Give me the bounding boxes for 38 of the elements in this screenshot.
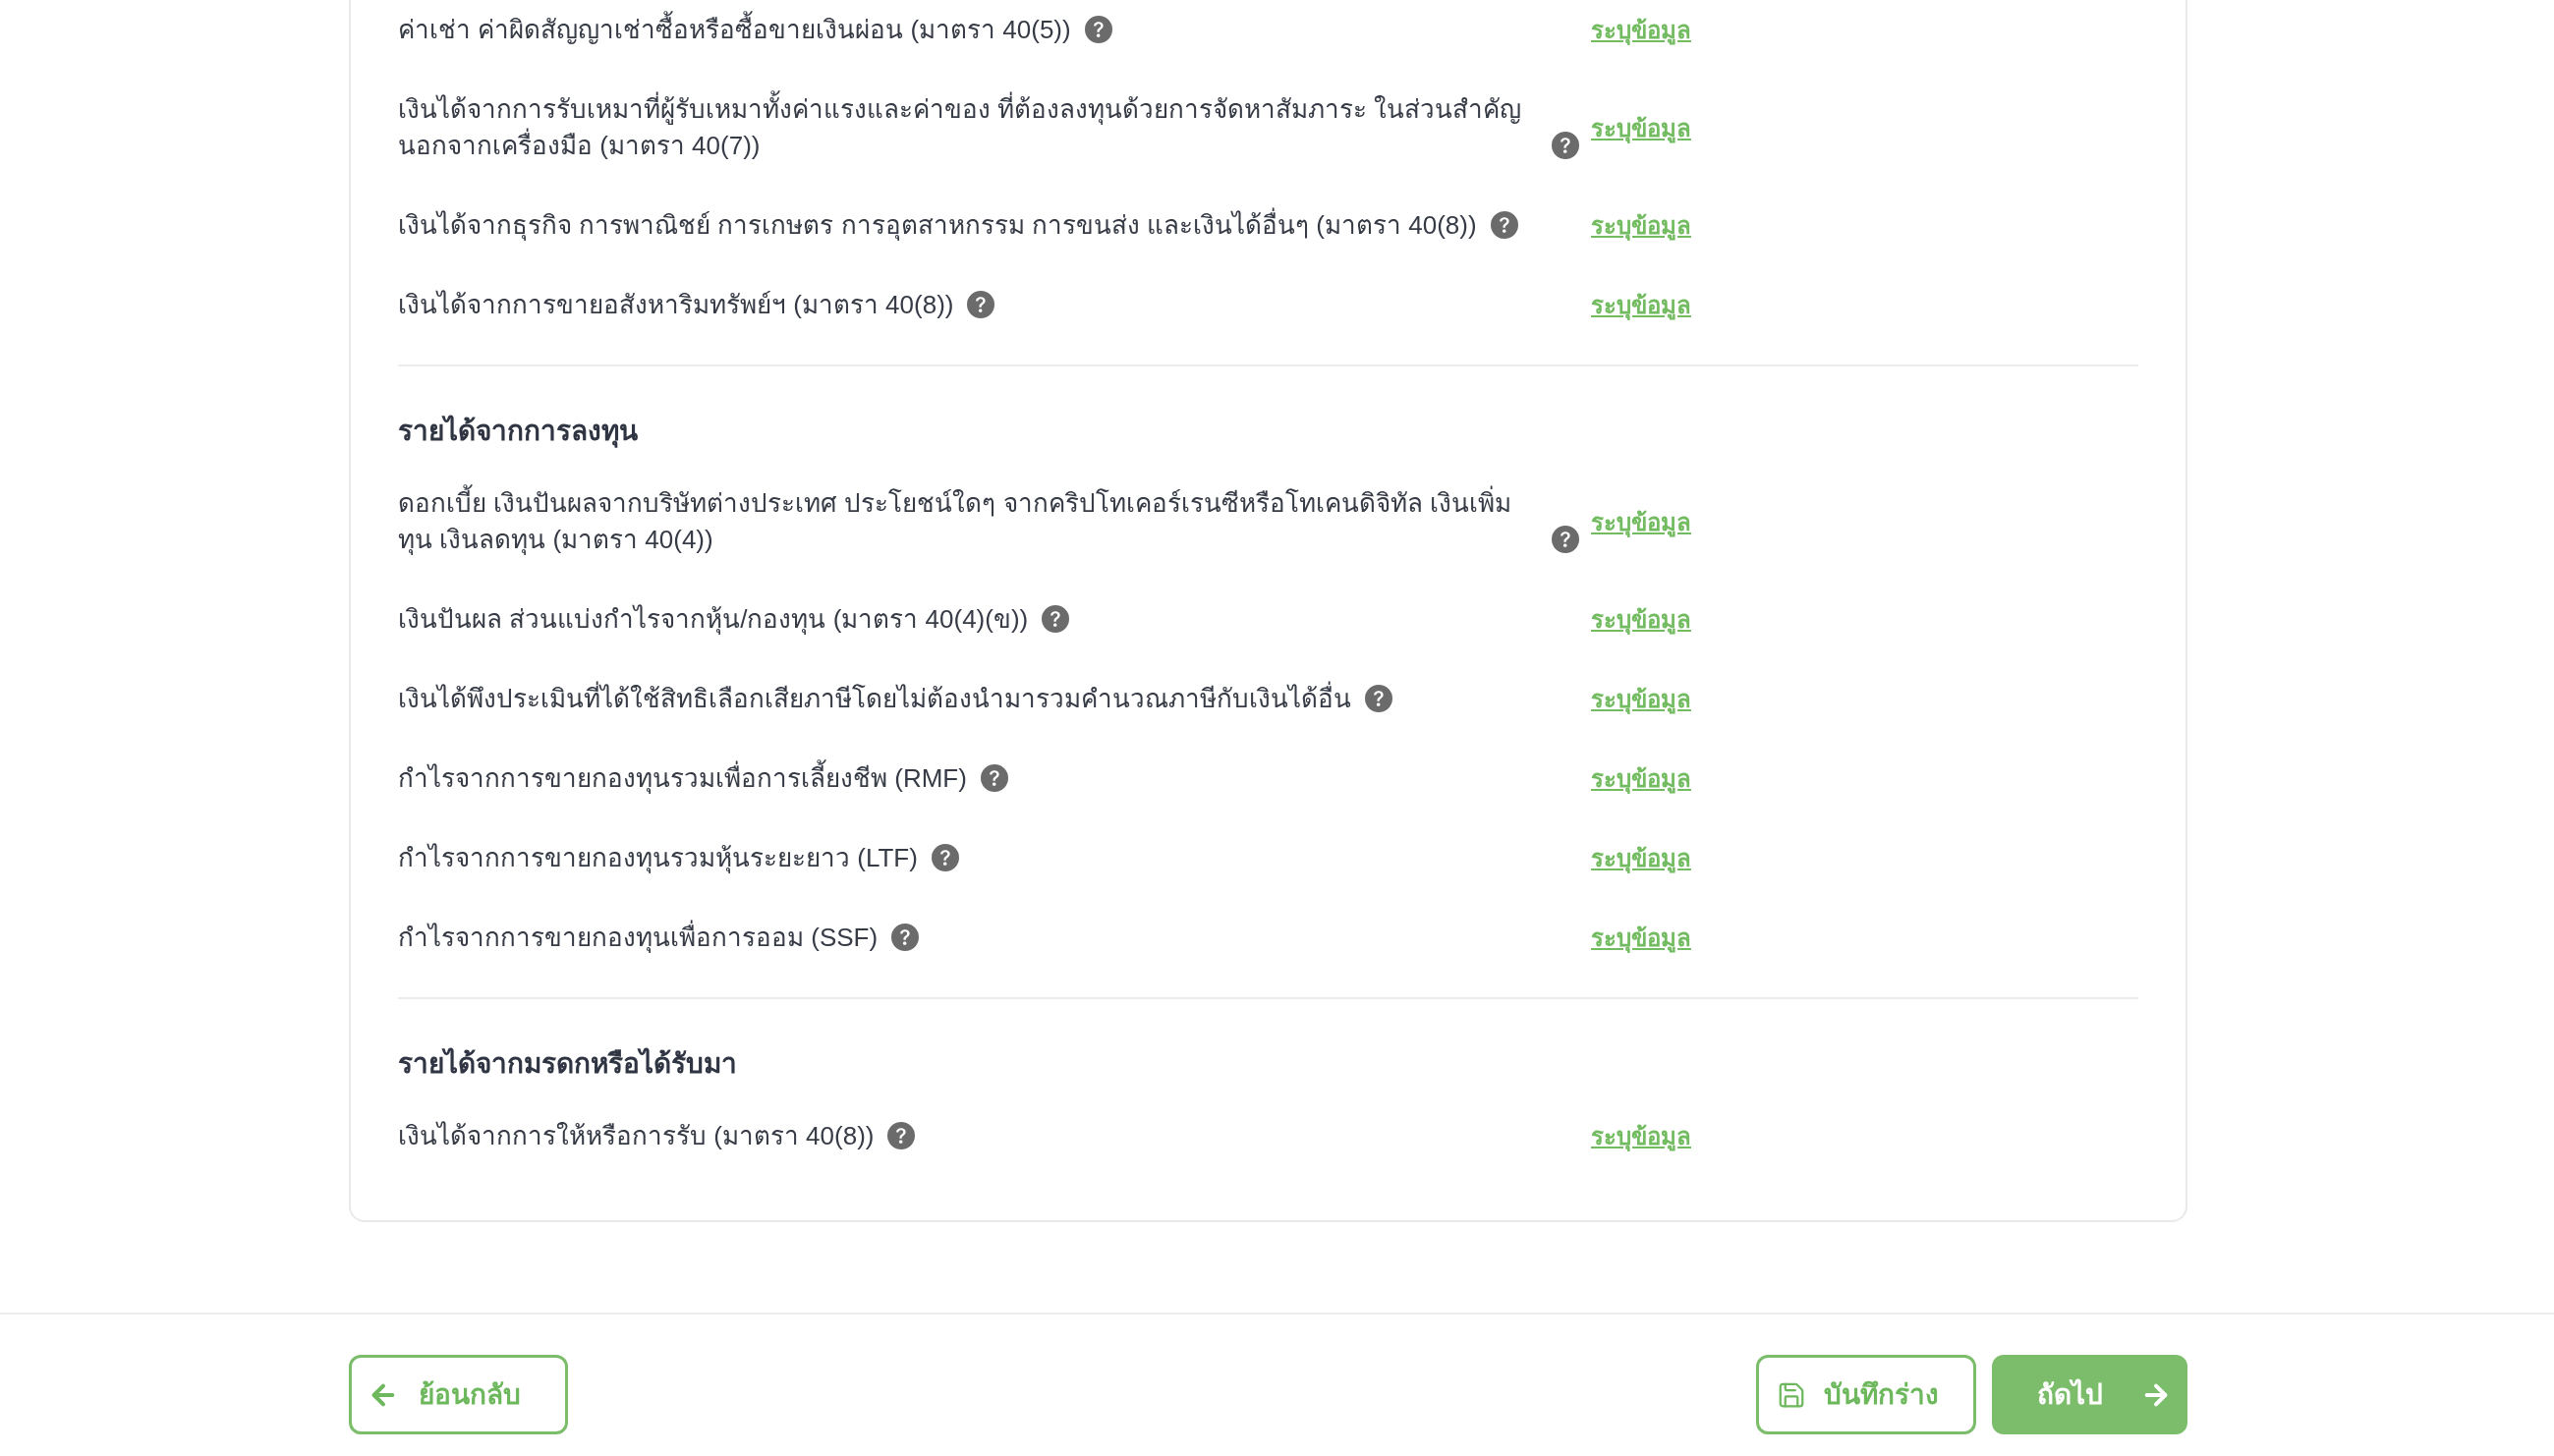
section-heading: รายได้จากมรดกหรือได้รับมา <box>398 1046 738 1081</box>
fill-in-link[interactable]: ระบุข้อมูล <box>1591 105 1691 150</box>
help-icon[interactable] <box>1365 685 1392 712</box>
fill-in-link[interactable]: ระบุข้อมูล <box>1591 283 1691 327</box>
income-item-label: เงินปันผล ส่วนแบ่งกำไรจากหุ้น/กองทุน (มาตรา 40(4)(ข)) <box>398 603 1029 637</box>
income-item-label: กำไรจากการขายกองทุนรวมเพื่อการเลี้ยงชีพ (RMF) <box>398 756 967 801</box>
help-icon[interactable] <box>1042 605 1070 633</box>
fill-in-link[interactable]: ระบุข้อมูล <box>1591 597 1691 642</box>
help-icon[interactable] <box>1084 16 1112 43</box>
income-item-label: เงินได้จากการขายอสังหาริมทรัพย์ฯ (มาตรา 40(8)) <box>398 289 954 321</box>
help-icon[interactable] <box>967 291 995 318</box>
income-item-label: ค่าเช่า ค่าผิดสัญญาเช่าซื้อหรือซื้อขายเงินผ่อน (มาตรา 40(5)) <box>398 8 1071 52</box>
income-item-label: ดอกเบี้ย เงินปันผลจากบริษัทต่างประเทศ ประโยชน์ใดๆ จากคริปโทเคอร์เรนซีหรือโทเคนดิจิทัล เงินเพิ่มทุน เงินลดทุน (มาตรา 40(4)) <box>398 481 1538 562</box>
help-icon[interactable] <box>1552 132 1579 159</box>
help-icon[interactable] <box>931 844 959 871</box>
fill-in-link[interactable]: ระบุข้อมูล <box>1591 916 1691 960</box>
fill-in-link[interactable]: ระบุข้อมูล <box>1591 8 1691 52</box>
next-button[interactable]: ถัดไป <box>1992 1355 2187 1434</box>
income-item-label: เงินได้พึงประเมินที่ได้ใช้สิทธิเลือกเสียภาษีโดยไม่ต้องนำมารวมคำนวณภาษีกับเงินได้อื่น <box>398 677 1351 721</box>
help-icon[interactable] <box>891 924 920 951</box>
fill-in-link[interactable]: ระบุข้อมูล <box>1591 203 1691 248</box>
fill-in-link[interactable]: ระบุข้อมูล <box>1591 836 1691 880</box>
income-item-label: กำไรจากการขายกองทุนเพื่อการออม (SSF) <box>398 916 879 960</box>
section-heading: รายได้จากการลงทุน <box>398 414 639 450</box>
income-item-label: กำไรจากการขายกองทุนรวมหุ้นระยะยาว (LTF) <box>398 842 918 875</box>
help-icon[interactable] <box>1552 526 1579 553</box>
fill-in-link[interactable]: ระบุข้อมูล <box>1591 1114 1691 1158</box>
help-icon[interactable] <box>980 764 1008 792</box>
fill-in-link[interactable]: ระบุข้อมูล <box>1591 677 1691 721</box>
fill-in-link[interactable]: ระบุข้อมูล <box>1591 756 1691 801</box>
income-item-label: เงินได้จากธุรกิจ การพาณิชย์ การเกษตร การอุตสาหกรรม การขนส่ง และเงินได้อื่นๆ (มาตรา 40(8)) <box>398 203 1477 248</box>
back-button[interactable]: ย้อนกลับ <box>349 1355 568 1434</box>
fill-in-link[interactable]: ระบุข้อมูล <box>1591 499 1691 544</box>
help-icon[interactable] <box>1490 211 1518 239</box>
income-item-label: เงินได้จากการรับเหมาที่ผู้รับเหมาทั้งค่าแรงและค่าของ ที่ต้องลงทุนด้วยการจัดหาสัมภาระ ในส่วนสำคัญนอกจากเครื่องมือ (มาตรา 40(7)) <box>398 87 1538 168</box>
income-item-label: เงินได้จากการให้หรือการรับ (มาตรา 40(8)) <box>398 1120 875 1152</box>
help-icon[interactable] <box>887 1122 916 1149</box>
save-draft-button[interactable]: บันทึกร่าง <box>1756 1355 1976 1434</box>
